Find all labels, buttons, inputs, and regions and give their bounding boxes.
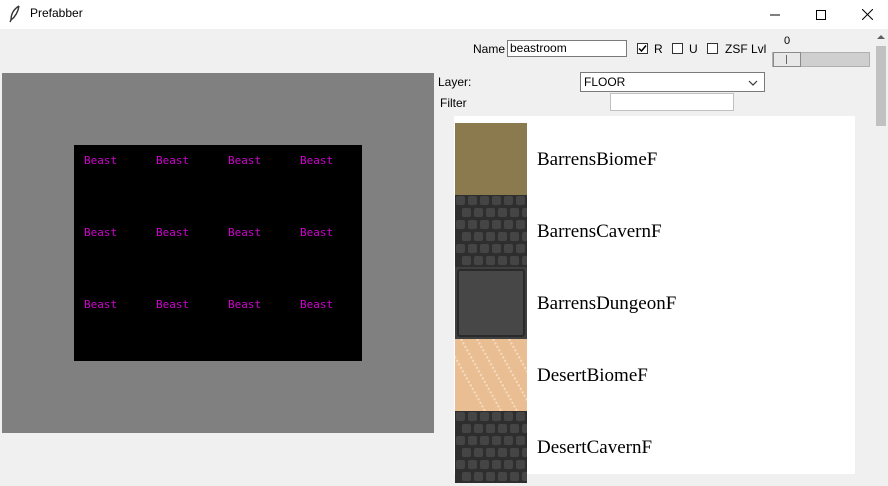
checkbox-u[interactable] <box>672 43 683 54</box>
tile-name[interactable]: BarrensDungeonF <box>537 293 676 315</box>
maximize-button[interactable] <box>798 0 844 29</box>
tile-name[interactable]: DesertCavernF <box>537 437 652 459</box>
room-cell-label[interactable]: Beast <box>228 298 261 311</box>
scroll-up-button[interactable] <box>874 29 888 45</box>
filter-label: Filter <box>440 96 467 110</box>
slider-handle[interactable] <box>773 52 801 67</box>
checkbox-r[interactable] <box>637 43 648 54</box>
room-cell-label[interactable]: Beast <box>156 226 189 239</box>
room-cell-label[interactable]: Beast <box>84 154 117 167</box>
tile-thumbnail[interactable] <box>455 267 527 339</box>
close-button[interactable] <box>844 0 888 29</box>
name-label: Name <box>473 42 506 56</box>
maximize-icon <box>816 9 826 20</box>
checkmark-icon <box>638 45 647 53</box>
name-input[interactable]: beastroom <box>507 40 627 57</box>
slider-grip <box>786 55 787 64</box>
room-cell-label[interactable]: Beast <box>300 298 333 311</box>
room-cell-label[interactable]: Beast <box>300 226 333 239</box>
room-area[interactable] <box>74 145 362 361</box>
close-icon <box>861 9 873 20</box>
room-cell-label[interactable]: Beast <box>300 154 333 167</box>
minimize-button[interactable] <box>752 0 798 29</box>
room-cell-label[interactable]: Beast <box>84 298 117 311</box>
room-cell-label[interactable]: Beast <box>228 154 261 167</box>
room-cell-label[interactable]: Beast <box>84 226 117 239</box>
checkbox-zsf-label: ZSF <box>725 42 748 56</box>
tile-thumbnail[interactable] <box>455 411 531 483</box>
chevron-up-icon <box>877 35 885 39</box>
chevron-down-icon <box>748 76 758 90</box>
room-cell-label[interactable]: Beast <box>156 298 189 311</box>
slider-value: 0 <box>784 35 791 47</box>
checkbox-u-label: U <box>689 42 698 56</box>
checkbox-r-label: R <box>654 42 663 56</box>
scroll-thumb[interactable] <box>876 46 886 126</box>
window-title: Prefabber <box>30 6 83 20</box>
room-cell-label[interactable]: Beast <box>228 226 261 239</box>
tile-name[interactable]: BarrensBiomeF <box>537 149 657 171</box>
tile-thumbnail[interactable] <box>455 123 527 195</box>
tile-name[interactable]: BarrensCavernF <box>537 221 662 243</box>
checkbox-zsf[interactable] <box>707 43 718 54</box>
tile-name[interactable]: DesertBiomeF <box>537 365 648 387</box>
layer-selected-value: FLOOR <box>584 75 626 89</box>
lvl-label: Lvl <box>751 42 767 56</box>
filter-input[interactable] <box>610 93 734 111</box>
room-cell-label[interactable]: Beast <box>156 154 189 167</box>
tile-thumbnail[interactable] <box>455 195 531 267</box>
minimize-icon <box>770 14 780 15</box>
feather-icon <box>8 5 22 23</box>
tile-thumbnail[interactable] <box>444 338 550 412</box>
layer-label: Layer: <box>438 75 472 89</box>
